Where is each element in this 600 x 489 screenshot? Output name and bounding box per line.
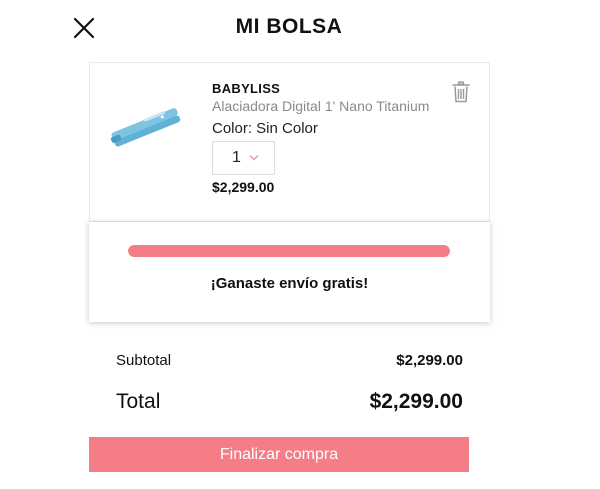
free-shipping-message: ¡Ganaste envío gratis!: [210, 275, 369, 292]
quantity-value: 1: [232, 149, 241, 166]
product-brand: BABYLISS: [212, 81, 281, 96]
shipping-progress-bar: [128, 245, 450, 257]
subtotal-label: Subtotal: [116, 352, 172, 369]
product-image[interactable]: [106, 95, 184, 155]
cart-item: BABYLISS Alaciadora Digital 1' Nano Tita…: [89, 62, 490, 222]
product-price: $2,299.00: [212, 179, 275, 195]
hair-straightener-image: [110, 108, 181, 147]
total-row: Total $2,299.00: [116, 390, 463, 414]
subtotal-value: $2,299.00: [396, 352, 463, 369]
shipping-progress-fill: [128, 245, 450, 257]
product-color: Color: Sin Color: [212, 120, 318, 137]
subtotal-row: Subtotal $2,299.00: [116, 352, 463, 369]
total-value: $2,299.00: [369, 390, 463, 413]
product-name[interactable]: Alaciadora Digital 1' Nano Titanium: [212, 98, 429, 114]
checkout-button[interactable]: Finalizar compra: [89, 437, 469, 472]
total-label: Total: [116, 390, 161, 413]
chevron-down-icon: [249, 155, 259, 161]
page-title: MI BOLSA: [235, 15, 343, 38]
remove-item-button[interactable]: [452, 81, 470, 103]
quantity-select[interactable]: 1: [212, 141, 275, 175]
trash-icon: [452, 81, 470, 103]
free-shipping-banner: ¡Ganaste envío gratis!: [89, 222, 490, 322]
